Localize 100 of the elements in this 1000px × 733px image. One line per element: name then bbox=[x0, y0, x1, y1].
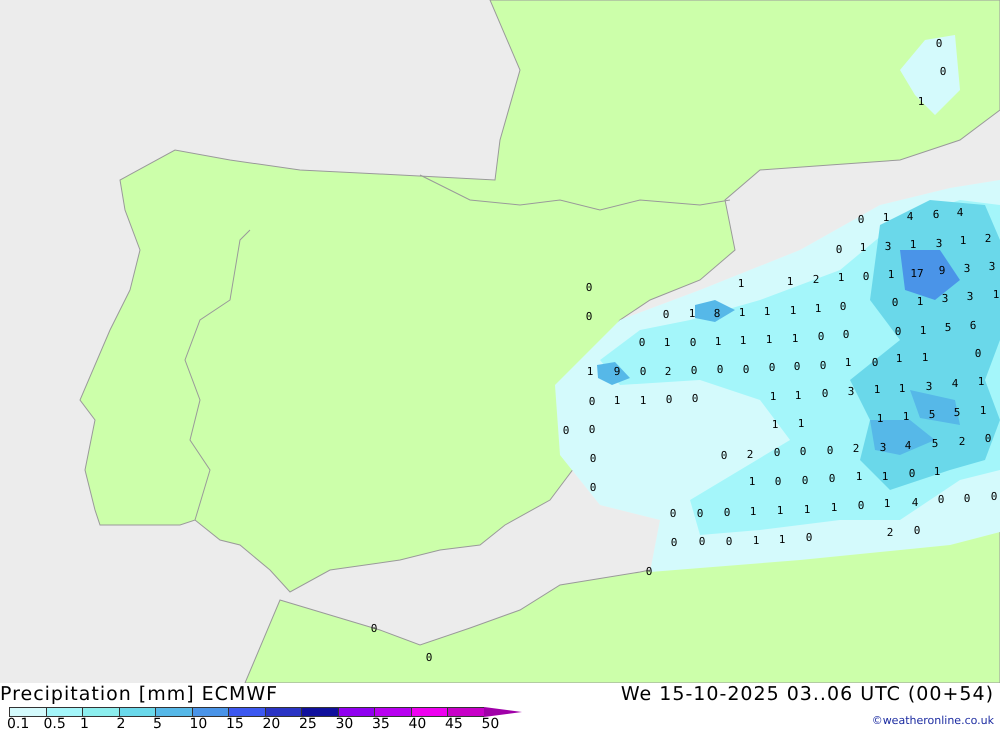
precipitation-value: 0 bbox=[800, 445, 806, 458]
precipitation-value: 2 bbox=[886, 526, 894, 539]
precipitation-value: 1 bbox=[750, 505, 756, 518]
precipitation-value: 0 bbox=[690, 336, 696, 349]
precipitation-value: 0 bbox=[768, 361, 776, 374]
precipitation-value: 1 bbox=[978, 375, 984, 388]
precipitation-value: 1 bbox=[764, 305, 770, 318]
precipitation-value: 0 bbox=[670, 507, 676, 520]
precipitation-value: 1 bbox=[776, 504, 784, 517]
precipitation-value: 0 bbox=[894, 325, 902, 338]
precipitation-value: 4 bbox=[912, 496, 918, 509]
precipitation-value: 0 bbox=[872, 356, 878, 369]
precipitation-value: 1 bbox=[792, 332, 798, 345]
precipitation-value: 6 bbox=[970, 319, 976, 332]
precipitation-value: 1 bbox=[888, 268, 894, 281]
precipitation-value: 3 bbox=[964, 262, 970, 275]
precipitation-value: 0 bbox=[828, 472, 836, 485]
precipitation-value: 0 bbox=[774, 475, 782, 488]
precipitation-value: 5 bbox=[954, 406, 960, 419]
precipitation-value: 0 bbox=[562, 424, 570, 437]
precipitation-value: 5 bbox=[928, 408, 936, 421]
precipitation-value: 0 bbox=[720, 449, 728, 462]
precipitation-value: 0 bbox=[696, 507, 704, 520]
precipitation-value: 0 bbox=[858, 213, 864, 226]
precipitation-value: 1 bbox=[920, 324, 926, 337]
precipitation-value: 1 bbox=[856, 470, 862, 483]
precipitation-value: 1 bbox=[814, 302, 822, 315]
precipitation-value: 0 bbox=[588, 395, 596, 408]
legend-label: 10 bbox=[190, 717, 208, 731]
precipitation-value: 1 bbox=[860, 241, 866, 254]
precipitation-value: 0 bbox=[840, 300, 846, 313]
precipitation-value: 5 bbox=[944, 321, 952, 334]
precipitation-value: 4 bbox=[952, 377, 958, 390]
precipitation-value: 0 bbox=[698, 535, 706, 548]
valid-time: We 15-10-2025 03..06 UTC (00+54) bbox=[620, 683, 994, 705]
precipitation-value: 0 bbox=[842, 328, 850, 341]
precipitation-value: 1 bbox=[910, 238, 916, 251]
credit-link[interactable]: ©weatheronline.co.uk bbox=[872, 714, 994, 727]
precipitation-value: 0 bbox=[662, 308, 670, 321]
precipitation-value: 1 bbox=[992, 288, 1000, 301]
precipitation-value: 1 bbox=[902, 410, 910, 423]
precipitation-value: 1 bbox=[794, 389, 802, 402]
precipitation-value: 1 bbox=[882, 211, 890, 224]
precipitation-value: 17 bbox=[910, 267, 924, 280]
precipitation-value: 9 bbox=[938, 264, 946, 277]
precipitation-value: 0 bbox=[802, 474, 808, 487]
precipitation-value: 2 bbox=[812, 273, 820, 286]
precipitation-value: 1 bbox=[798, 417, 804, 430]
legend-title: Precipitation [mm] ECMWF bbox=[0, 683, 280, 705]
precipitation-value: 0 bbox=[990, 490, 998, 503]
precipitation-value: 0 bbox=[716, 363, 724, 376]
precipitation-value: 0 bbox=[742, 363, 750, 376]
precipitation-value: 1 bbox=[884, 497, 890, 510]
precipitation-value: 0 bbox=[858, 499, 864, 512]
precipitation-value: 1 bbox=[882, 470, 888, 483]
precipitation-value: 3 bbox=[884, 240, 892, 253]
precipitation-value: 2 bbox=[852, 442, 860, 455]
precipitation-value: 0 bbox=[836, 243, 842, 256]
precipitation-value: 0 bbox=[646, 565, 652, 578]
precipitation-value: 1 bbox=[844, 356, 852, 369]
precipitation-value: 1 bbox=[790, 304, 796, 317]
precipitation-value: 0 bbox=[638, 336, 646, 349]
precipitation-value: 1 bbox=[896, 352, 902, 365]
precipitation-value: 0 bbox=[822, 387, 828, 400]
precipitation-value: 3 bbox=[936, 237, 942, 250]
precipitation-value: 0 bbox=[974, 347, 982, 360]
precipitation-value: 0 bbox=[818, 330, 824, 343]
precipitation-value: 0 bbox=[590, 452, 596, 465]
precipitation-value: 1 bbox=[740, 334, 746, 347]
precipitation-value: 0 bbox=[586, 310, 592, 323]
precipitation-value: 1 bbox=[766, 333, 772, 346]
precipitation-value: 3 bbox=[942, 292, 948, 305]
precipitation-value: 1 bbox=[786, 275, 794, 288]
precipitation-value: 0 bbox=[794, 360, 800, 373]
precipitation-value: 3 bbox=[988, 260, 996, 273]
precipitation-value: 0 bbox=[726, 535, 732, 548]
precipitation-value: 1 bbox=[934, 465, 940, 478]
legend-label: 5 bbox=[153, 717, 162, 731]
precipitation-value: 4 bbox=[906, 210, 914, 223]
precipitation-value: 2 bbox=[664, 365, 672, 378]
precipitation-value: 3 bbox=[880, 441, 886, 454]
precipitation-value: 8 bbox=[714, 307, 720, 320]
precipitation-value: 0 bbox=[588, 423, 596, 436]
precipitation-value: 4 bbox=[956, 206, 964, 219]
precipitation-value: 0 bbox=[640, 365, 646, 378]
precipitation-value: 1 bbox=[714, 335, 722, 348]
precipitation-value: 0 bbox=[892, 296, 898, 309]
legend-label: 35 bbox=[372, 717, 390, 731]
precipitation-value: 0 bbox=[724, 506, 730, 519]
precipitation-value: 0 bbox=[666, 393, 672, 406]
precipitation-value: 0 bbox=[690, 364, 698, 377]
precipitation-value: 1 bbox=[738, 277, 744, 290]
precipitation-value: 1 bbox=[918, 95, 924, 108]
precipitation-value: 1 bbox=[778, 533, 786, 546]
precipitation-value: 1 bbox=[752, 534, 760, 547]
legend-label: 45 bbox=[445, 717, 463, 731]
precipitation-value: 3 bbox=[848, 385, 854, 398]
precipitation-value: 0 bbox=[936, 37, 942, 50]
precipitation-value: 0 bbox=[908, 467, 916, 480]
precipitation-value: 0 bbox=[590, 481, 596, 494]
